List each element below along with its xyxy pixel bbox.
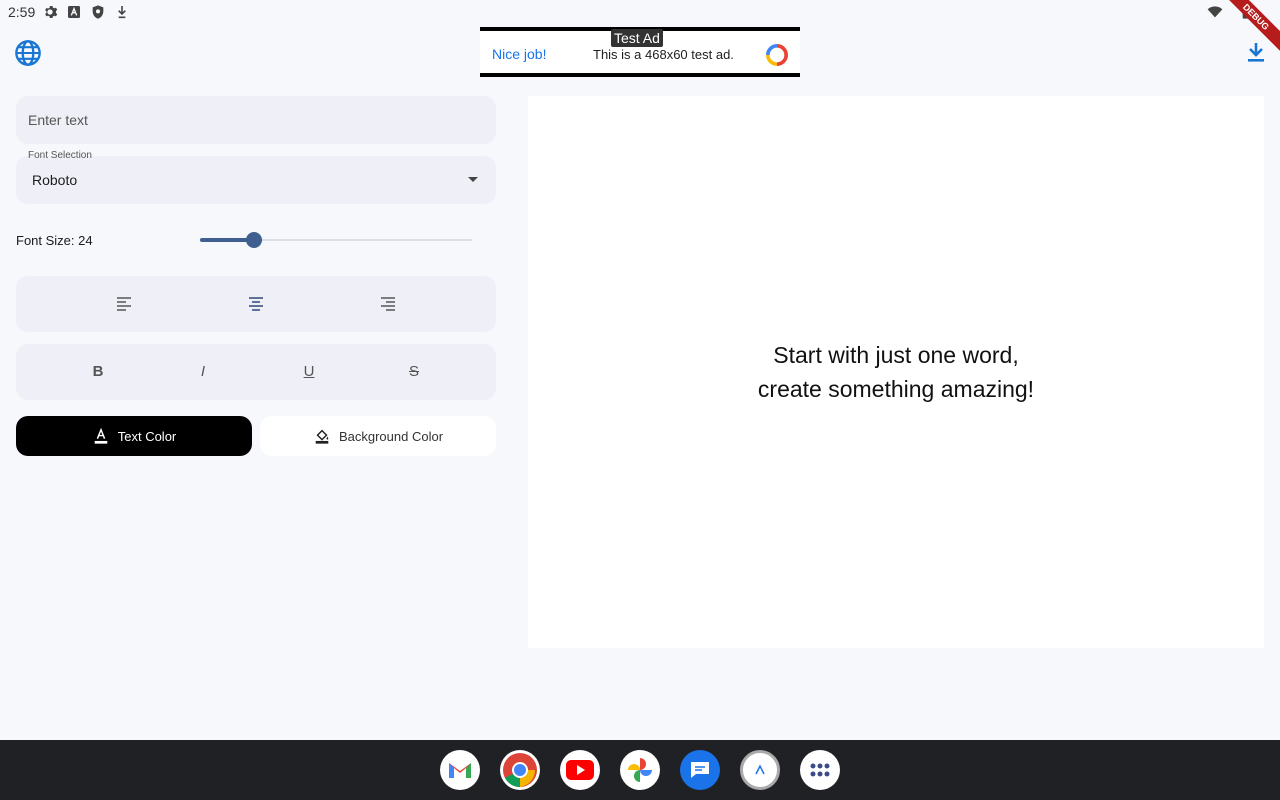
strikethrough-button[interactable]: S: [402, 360, 426, 384]
photos-icon[interactable]: [620, 750, 660, 790]
preview-canvas: Start with just one word, create somethi…: [528, 96, 1264, 648]
background-color-button[interactable]: Background Color: [260, 416, 496, 456]
italic-button[interactable]: I: [191, 360, 215, 384]
text-color-button[interactable]: Text Color: [16, 416, 252, 456]
underline-button[interactable]: U: [297, 360, 321, 384]
download-status-icon: [118, 6, 126, 19]
preview-text: Start with just one word, create somethi…: [528, 338, 1264, 406]
alignment-group: [16, 276, 496, 332]
preview-line-1: Start with just one word,: [773, 342, 1019, 368]
align-left-icon[interactable]: [114, 294, 134, 314]
chrome-icon[interactable]: [500, 750, 540, 790]
gmail-icon[interactable]: [440, 750, 480, 790]
font-size-label: Font Size: 24: [16, 233, 93, 248]
ad-banner[interactable]: Test Ad Nice job! This is a 468x60 test …: [480, 27, 800, 77]
text-color-icon: [94, 427, 108, 444]
app-icon[interactable]: [740, 750, 780, 790]
font-selection-label: Font Selection: [28, 150, 92, 161]
font-size-slider[interactable]: [200, 230, 472, 250]
preview-line-2: create something amazing!: [757, 376, 1035, 402]
wifi-icon: [1207, 6, 1223, 18]
shield-icon: [92, 5, 104, 19]
font-selection-value: Roboto: [32, 172, 78, 188]
ad-cta-link[interactable]: Nice job!: [492, 46, 546, 62]
text-input[interactable]: [16, 96, 496, 144]
ad-tag: Test Ad: [611, 29, 663, 47]
ad-logo-icon: [766, 44, 788, 66]
messages-icon[interactable]: [680, 750, 720, 790]
bold-button[interactable]: B: [86, 360, 110, 384]
app-drawer-icon[interactable]: [800, 750, 840, 790]
status-time: 2:59: [8, 4, 36, 20]
chevron-down-icon: [468, 177, 478, 182]
taskbar: [0, 740, 1280, 800]
text-style-group: B I U S: [16, 344, 496, 400]
font-selection-dropdown[interactable]: Font Selection Roboto: [16, 150, 496, 204]
text-color-label: Text Color: [117, 428, 177, 444]
download-icon[interactable]: [1244, 40, 1268, 64]
settings-icon: [45, 6, 58, 18]
youtube-icon[interactable]: [560, 750, 600, 790]
ad-text: This is a 468x60 test ad.: [593, 47, 734, 62]
paint-bucket-icon: [315, 429, 329, 444]
background-color-label: Background Color: [338, 428, 444, 444]
align-right-icon[interactable]: [378, 294, 398, 314]
slider-thumb[interactable]: [246, 232, 263, 248]
font-icon: [68, 6, 80, 18]
globe-icon[interactable]: [14, 39, 42, 67]
align-center-icon[interactable]: [246, 294, 266, 314]
status-bar: 2:59 DEBUG: [0, 0, 1280, 58]
